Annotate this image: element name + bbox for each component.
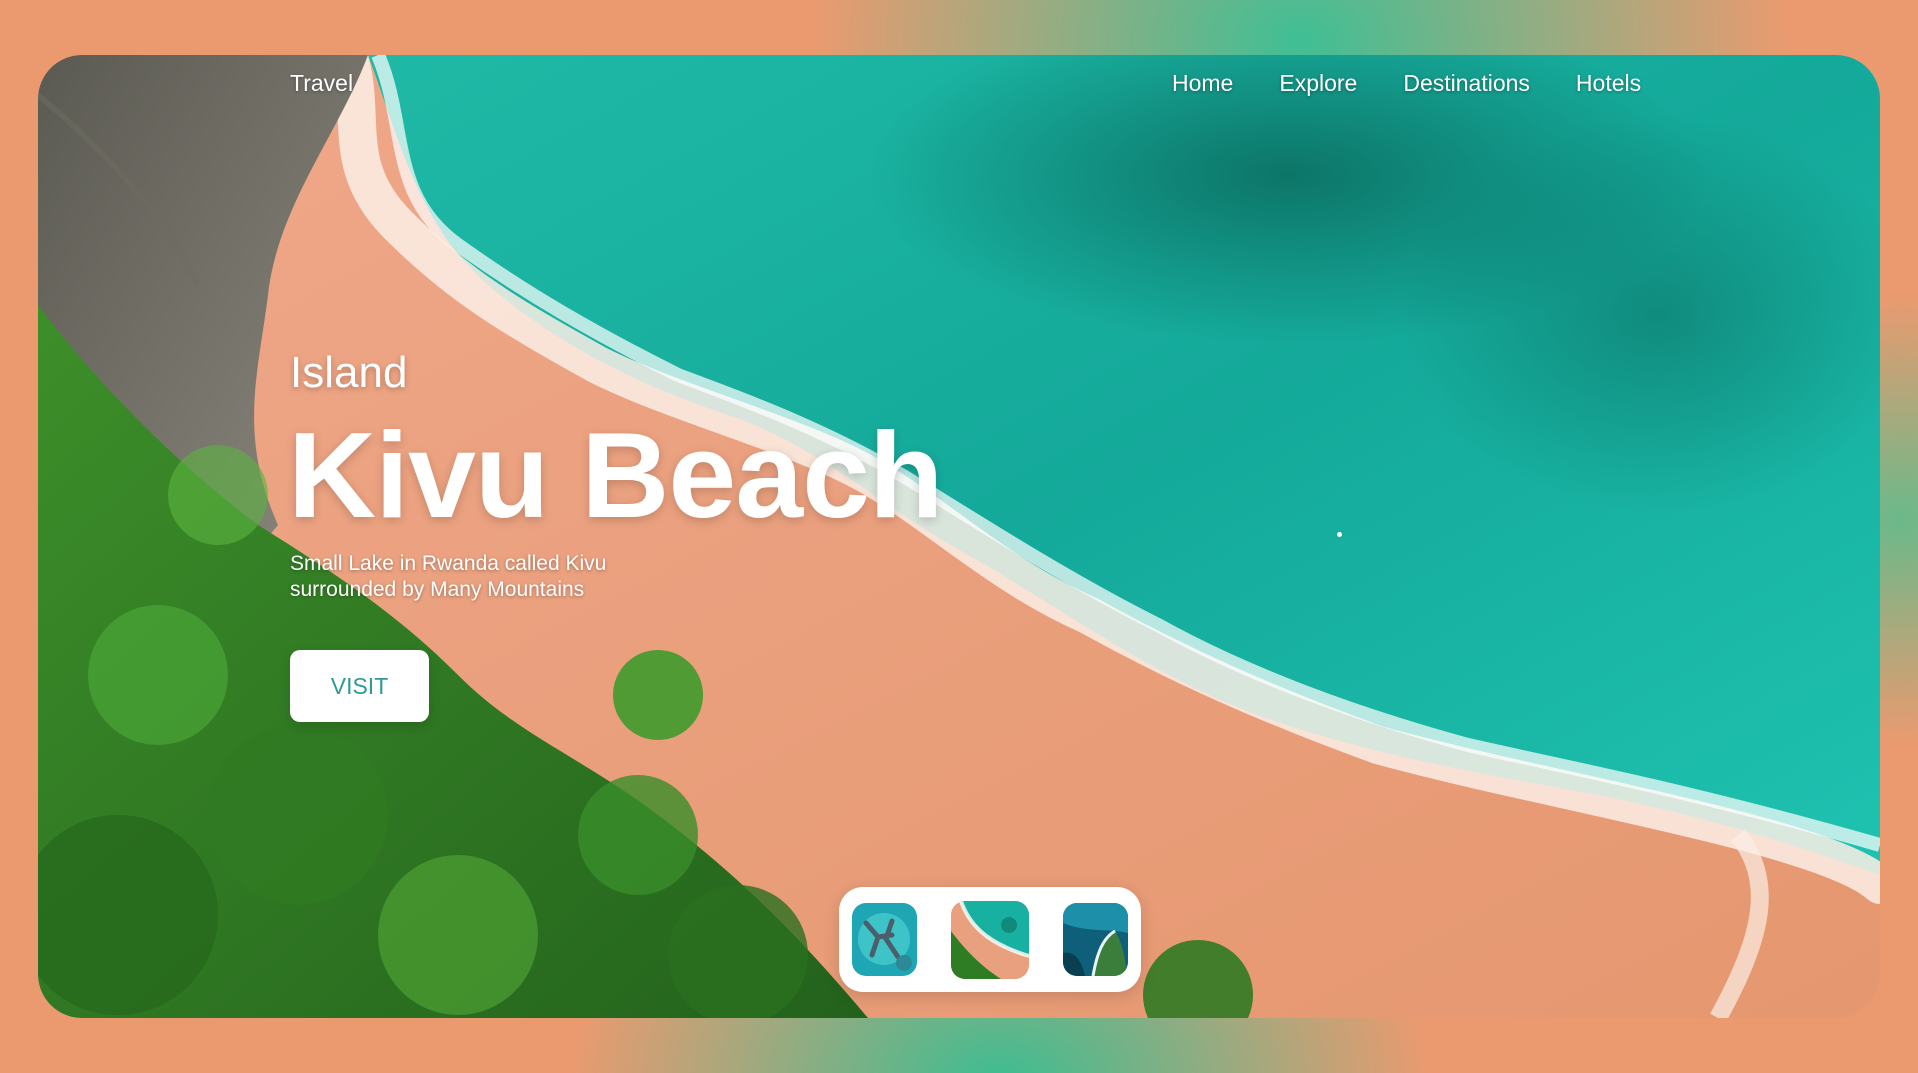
sea-speck [1337,532,1342,537]
thumbnail-coast-cliff[interactable] [1063,903,1128,976]
hero-subtitle: Small Lake in Rwanda called Kivu surroun… [290,551,690,603]
nav-link-home[interactable]: Home [1172,70,1233,97]
visit-button[interactable]: VISIT [290,650,429,722]
nav-link-hotels[interactable]: Hotels [1576,70,1641,97]
hero-card: Travel Home Explore Destinations Hotels … [38,55,1880,1018]
thumbnail-beach-aerial[interactable] [951,900,1029,979]
thumbnail-strip [839,887,1141,992]
hero-kicker: Island [290,348,408,397]
hero-subtitle-line-2: surrounded by Many Mountains [290,578,585,601]
nav-link-destinations[interactable]: Destinations [1403,70,1530,97]
thumbnail-island-aerial[interactable] [852,903,917,976]
hero-title: Kivu Beach [288,407,943,543]
brand-logo[interactable]: Travel [290,70,353,97]
hero-subtitle-line-1: Small Lake in Rwanda called Kivu [290,552,607,575]
nav-link-explore[interactable]: Explore [1279,70,1357,97]
main-nav: Home Explore Destinations Hotels [1172,70,1641,97]
